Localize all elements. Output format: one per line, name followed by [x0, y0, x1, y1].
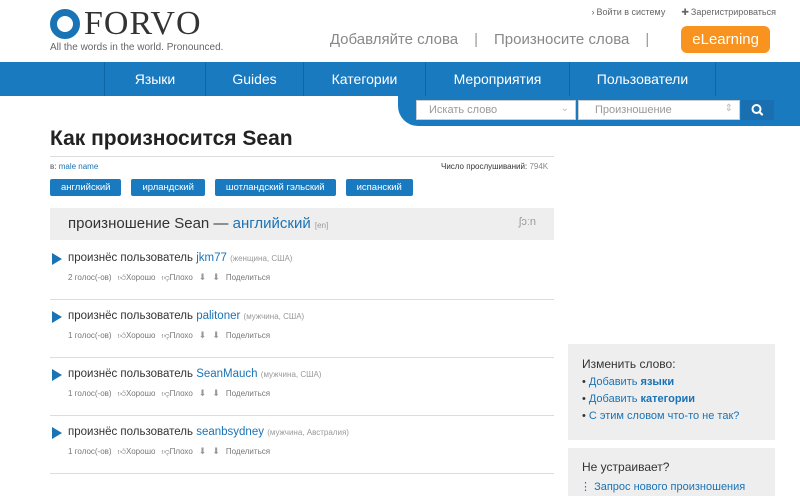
divider	[50, 156, 554, 157]
user-link[interactable]: seanbsydney	[196, 426, 264, 438]
vertical-dots-icon: ⋮	[580, 481, 591, 493]
search-icon	[751, 104, 764, 116]
pronunciation-entry: произнёс пользователь jkm77 (женщина, СШ…	[50, 242, 554, 300]
vote-good-button[interactable]: 👍︎Хорошо	[118, 273, 156, 283]
edit-word-title: Изменить слово:	[582, 357, 676, 371]
user-link[interactable]: jkm77	[196, 252, 227, 264]
share-link[interactable]: Поделиться	[226, 389, 270, 398]
thumbs-down-icon: 👎︎	[161, 388, 170, 398]
pronunciation-entry: произнёс пользователь palitoner (мужчина…	[50, 300, 554, 358]
search-button[interactable]	[741, 100, 774, 120]
tag-english[interactable]: английский	[50, 179, 122, 196]
play-icon[interactable]	[52, 427, 62, 439]
category-link[interactable]: male name	[59, 162, 99, 171]
vote-bad-button[interactable]: 👎︎Плохо	[161, 331, 192, 341]
add-categories-link[interactable]: • Добавить категории	[582, 393, 739, 405]
tag-spanish[interactable]: испанский	[345, 179, 413, 196]
tag-scottish-gaelic[interactable]: шотландский гэльский	[214, 179, 336, 196]
vote-good-button[interactable]: 👍︎Хорошо	[118, 389, 156, 399]
thumbs-down-icon: 👎︎	[161, 272, 170, 282]
search-input[interactable]: Искать слово ⌄	[416, 100, 576, 120]
upvote-arrow-icon[interactable]: ⬇	[199, 446, 207, 457]
language-tags: английский ирландский шотландский гэльск…	[50, 179, 413, 196]
divider: |	[474, 31, 478, 48]
upvote-arrow-icon[interactable]: ⬇	[199, 330, 207, 341]
nav-item-languages[interactable]: Языки	[104, 62, 205, 96]
vote-good-button[interactable]: 👍︎Хорошо	[118, 331, 156, 341]
user-link[interactable]: palitoner	[196, 310, 240, 322]
register-link[interactable]: ✚ Зарегистрироваться	[681, 7, 776, 18]
main-links: Добавляйте слова | Произносите слова | e…	[330, 26, 770, 53]
top-links: › Войти в систему ✚ Зарегистрироваться	[592, 7, 776, 18]
report-problem-link[interactable]: • С этим словом что-то не так?	[582, 410, 739, 422]
updown-icon: ⇕	[724, 103, 733, 114]
pronunciation-entry: произнёс пользователь seanbsydney (мужчи…	[50, 416, 554, 474]
divider: |	[645, 31, 650, 48]
user-link[interactable]: SeanMauch	[196, 368, 257, 380]
category-line: в: male name	[50, 162, 99, 171]
unsatisfied-title: Не устраивает?	[582, 460, 670, 474]
ipa-transcription: ʃɔːn	[518, 216, 536, 228]
pronounce-words-link[interactable]: Произносите слова	[494, 31, 629, 48]
upvote-arrow-icon[interactable]: ⬇	[199, 272, 207, 283]
thumbs-up-icon: 👍︎	[117, 330, 126, 340]
vote-bad-button[interactable]: 👎︎Плохо	[161, 447, 192, 457]
add-words-link[interactable]: Добавляйте слова	[330, 31, 458, 48]
thumbs-down-icon: 👎︎	[161, 446, 170, 456]
nav-item-guides[interactable]: Guides	[205, 62, 303, 96]
pronunciation-section-header: произношение Sean — английский [en] ʃɔːn	[50, 208, 554, 240]
pronunciation-entry: произнёс пользователь SeanMauch (мужчина…	[50, 358, 554, 416]
search-bar: Искать слово ⌄ Произношение ⇕	[398, 96, 800, 126]
request-pronunciation-link[interactable]: ⋮ Запрос нового произношения	[580, 480, 745, 493]
thumbs-up-icon: 👍︎	[117, 388, 126, 398]
unsatisfied-box: Не устраивает? ⋮ Запрос нового произноше…	[568, 448, 775, 496]
edit-word-box: Изменить слово: • Добавить языки • Добавит…	[568, 344, 775, 440]
vote-bad-button[interactable]: 👎︎Плохо	[161, 273, 192, 283]
main-nav: Языки Guides Категории Мероприятия Польз…	[0, 62, 800, 96]
vote-good-button[interactable]: 👍︎Хорошо	[118, 447, 156, 457]
nav-item-categories[interactable]: Категории	[303, 62, 425, 96]
login-link[interactable]: › Войти в систему	[592, 7, 666, 18]
thumbs-up-icon: 👍︎	[117, 446, 126, 456]
page-title: Как произносится Sean	[50, 127, 293, 150]
share-link[interactable]: Поделиться	[226, 447, 270, 456]
download-arrow-icon[interactable]: ⬇	[212, 330, 220, 341]
logo-text: FORVO	[84, 5, 202, 42]
download-arrow-icon[interactable]: ⬇	[212, 272, 220, 283]
listens-count: Число прослушиваний: 794K	[441, 162, 549, 171]
logo-tagline: All the words in the world. Pronounced.	[50, 42, 224, 53]
play-icon[interactable]	[52, 311, 62, 323]
thumbs-down-icon: 👎︎	[161, 330, 170, 340]
play-icon[interactable]	[52, 369, 62, 381]
nav-item-events[interactable]: Мероприятия	[425, 62, 569, 96]
forvo-logo[interactable]: FORVO All the words in the world. Pronou…	[50, 5, 224, 53]
play-icon[interactable]	[52, 253, 62, 265]
chevron-right-icon: ›	[591, 7, 595, 17]
search-mode-select[interactable]: Произношение ⇕	[578, 100, 740, 120]
elearning-button[interactable]: eLearning	[681, 26, 770, 53]
upvote-arrow-icon[interactable]: ⬇	[199, 388, 207, 399]
language-link[interactable]: английский	[233, 215, 311, 232]
share-link[interactable]: Поделиться	[226, 331, 270, 340]
plus-icon: ✚	[681, 7, 689, 17]
chevron-down-icon: ⌄	[560, 103, 569, 114]
vote-bad-button[interactable]: 👎︎Плохо	[161, 389, 192, 399]
add-languages-link[interactable]: • Добавить языки	[582, 376, 739, 388]
logo-circle-icon	[50, 9, 80, 39]
download-arrow-icon[interactable]: ⬇	[212, 446, 220, 457]
download-arrow-icon[interactable]: ⬇	[212, 388, 220, 399]
share-link[interactable]: Поделиться	[226, 273, 270, 282]
tag-irish[interactable]: ирландский	[131, 179, 205, 196]
nav-item-users[interactable]: Пользователи	[569, 62, 716, 96]
thumbs-up-icon: 👍︎	[117, 272, 126, 282]
